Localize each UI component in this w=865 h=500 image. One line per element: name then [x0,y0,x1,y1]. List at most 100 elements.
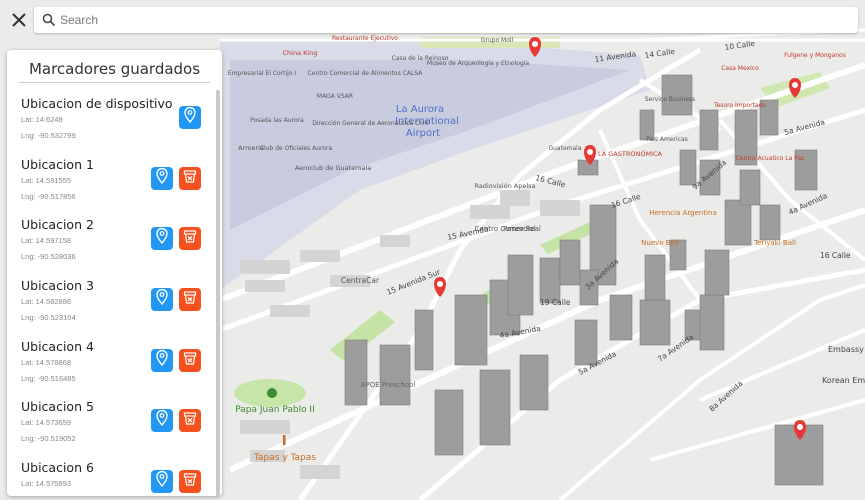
poi-label: Restaurante Ejecutivo [332,35,398,42]
marker-list-item: Ubicacion 6 Lat: 14.575893 Lng: -90.504027 [7,452,214,496]
poi-label: CentraCar [341,276,380,285]
marker-lng: Lng: -90.517856 [21,191,76,201]
poi-label: Papa Juan Pablo II [235,405,315,415]
marker-lat: Lat: 14.591555 [21,175,72,185]
poi-label: Tesoro Importado [713,102,766,109]
poi-label: Embassy [828,345,864,354]
panel-divider [19,82,210,83]
marker-list-item: Ubicacion 4 Lat: 14.578868 Lng: -90.516485 [7,331,214,392]
poi-label: APOE Preschool [361,381,416,389]
marker-lng: Lng: -90.532799 [21,131,76,140]
poi-label: Paseo Real [503,225,541,233]
poi-label: Nuevo Bell [641,239,679,247]
marker-name: Ubicacion 1 [21,156,94,172]
poi-label: Guatemala [548,145,581,152]
delete-marker-button[interactable] [179,288,201,312]
poi-label: Service Business [645,96,696,103]
airport-label: La Aurora [396,104,444,115]
airport-label: Airport [406,128,440,139]
marker-list-item: Ubicacion 2 Lat: 14.597158 Lng: -90.528036 [7,209,214,270]
location-pin-icon [156,228,168,249]
poi-label: Aeroclub de Guatemala [295,164,372,172]
delete-icon [183,290,197,309]
poi-label: Grupo Moll [481,37,514,44]
poi-label: MAGA VSAR [317,93,353,100]
delete-marker-button[interactable] [179,227,201,251]
marker-lat: Lat: 14.575893 [21,479,72,489]
marker-name: Ubicacion 4 [21,338,94,354]
delete-marker-button[interactable] [179,348,201,372]
poi-label: Empresarial El Cortijo I [228,70,297,77]
marker-lat: Lat: 14.582886 [21,297,72,307]
go-to-location-button[interactable] [151,227,173,251]
poi-label: Fulgene y Monganos [784,52,846,59]
poi-label: Club de Oficiales Aurora [260,145,333,152]
marker-lng: Lng: -90.504027 [21,495,76,496]
delete-icon [183,472,197,491]
go-to-location-button[interactable] [151,470,173,494]
marker-list: Ubicacion de dispositivo Lat: 14.6248 Lng:… [7,88,214,496]
marker-list-item: Ubicacion de dispositivo Lat: 14.6248 Lng:… [7,88,214,149]
delete-icon [183,169,197,188]
marker-lng: Lng: -90.528036 [21,252,76,262]
go-to-location-button[interactable] [151,288,173,312]
poi-label: Herencia Argentina [649,209,717,217]
marker-name: Ubicacion de dispositivo [21,96,173,111]
close-icon [12,13,26,27]
search-icon [42,13,56,27]
restaurant-icon [283,435,286,445]
location-pin-icon [156,471,168,492]
poi-label: Pais Americas [646,136,688,143]
go-to-location-button[interactable] [179,106,201,129]
poi-label: Posada las Aurora [250,117,304,124]
delete-marker-button[interactable] [179,470,201,494]
marker-name: Ubicacion 5 [21,399,94,415]
marker-name: Ubicacion 3 [21,278,94,294]
location-pin-icon [156,410,168,431]
poi-label: Teriyaki Ball [753,239,796,247]
poi-label: Dirección General de Aeronáutica Civil [312,120,428,127]
marker-lat: Lat: 14.597158 [21,236,72,246]
go-to-location-button[interactable] [151,348,173,372]
poi-label: Radiovisión Apelsa [474,182,535,190]
street-label: 16 Calle [820,251,851,260]
saved-markers-panel: Marcadores guardados Ubicacion de dispos… [7,50,222,496]
poi-label: Centro Acuatico La Paz [736,155,805,162]
poi-label: Centro Comercial de Alimentos CALSA [308,70,424,77]
location-pin-icon [156,349,168,371]
search-bar[interactable] [34,7,858,33]
delete-icon [183,411,197,430]
tree-icon [267,388,277,398]
marker-name: Ubicacion 6 [21,460,94,476]
delete-marker-button[interactable] [179,409,201,433]
poi-label: Korean Em [822,376,865,385]
search-input[interactable] [56,8,858,32]
poi-label: China King [283,49,318,57]
go-to-location-button[interactable] [151,409,173,433]
panel-scrollbar[interactable] [216,90,220,496]
close-button[interactable] [6,7,32,33]
marker-lat: Lat: 14.578868 [21,357,72,367]
location-pin-icon [156,288,168,310]
marker-name: Ubicacion 2 [21,217,94,233]
marker-lat: Lat: 14.573659 [21,418,72,428]
panel-title: Marcadores guardados [28,60,201,78]
marker-list-item: Ubicacion 5 Lat: 14.573659 Lng: -90.519052 [7,391,214,452]
marker-lng: Lng: -90.516485 [21,373,76,383]
marker-lng: Lng: -90.523104 [21,313,76,323]
poi-label: Casa Mexico [721,65,759,72]
street-label: 19 Calle [540,298,571,307]
delete-marker-button[interactable] [179,166,201,190]
location-pin-icon [156,167,168,189]
marker-list-item: Ubicacion 3 Lat: 14.582886 Lng: -90.523104 [7,270,214,331]
delete-icon [183,351,197,370]
poi-label: Casa de la Reinoso [392,55,449,62]
marker-lng: Lng: -90.519052 [21,434,76,444]
poi-label: Tapas y Tapas [253,453,316,463]
marker-list-item: Ubicacion 1 Lat: 14.591555 Lng: -90.517856 [7,149,214,210]
marker-lat: Lat: 14.6248 [21,115,63,124]
poi-label: LA GASTRONÓMICA [598,149,663,158]
delete-icon [183,229,197,248]
go-to-location-button[interactable] [151,166,173,190]
location-pin-icon [184,106,196,128]
